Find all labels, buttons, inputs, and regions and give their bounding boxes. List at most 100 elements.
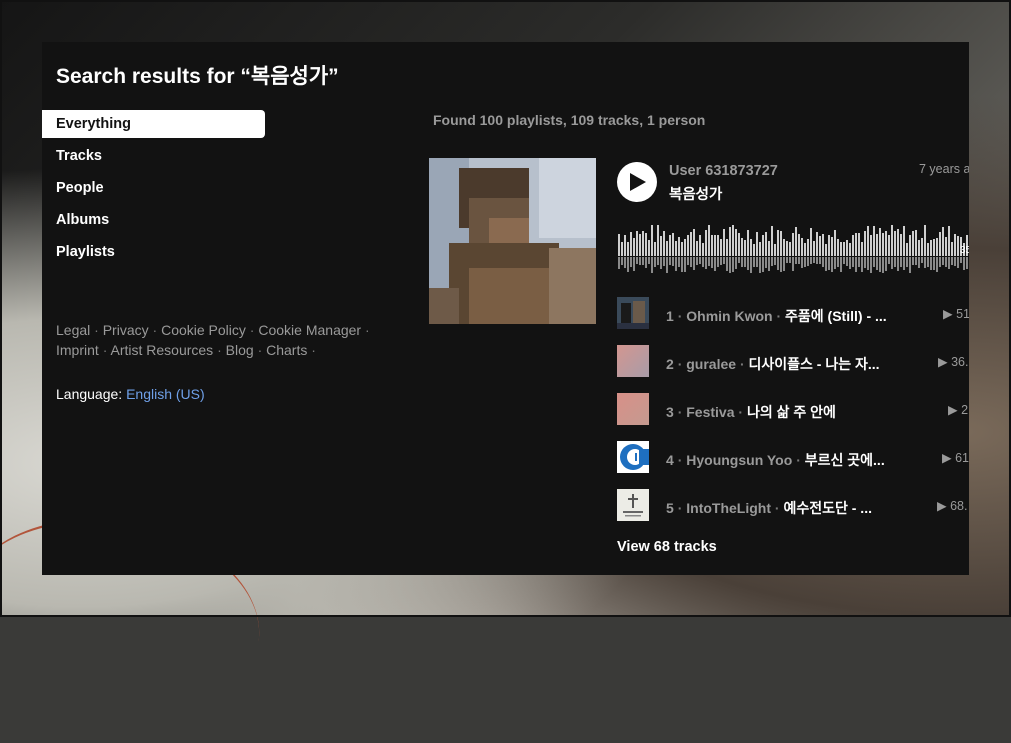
- waveform-bar-reflection: [714, 257, 716, 271]
- track-artist[interactable]: IntoTheLight: [686, 500, 771, 516]
- waveform-bar-reflection: [876, 257, 878, 270]
- waveform-bar: [945, 237, 947, 256]
- waveform-bar: [648, 240, 650, 256]
- waveform-bar: [738, 233, 740, 256]
- track-row-4[interactable]: 4 · Hyoungsun Yoo · 부르신 곳에... ▶ 61: [617, 434, 969, 482]
- waveform-bar: [912, 231, 914, 256]
- waveform-bar-reflection: [723, 257, 725, 264]
- track-number: 2: [666, 356, 674, 372]
- playlist-artwork[interactable]: [429, 158, 596, 324]
- footer-link-cookie-policy[interactable]: Cookie Policy: [161, 322, 246, 338]
- play-count: 51: [956, 307, 969, 321]
- waveform-bar-reflection: [939, 257, 941, 267]
- waveform-bar-reflection: [693, 257, 695, 270]
- waveform-bar-reflection: [816, 257, 818, 264]
- track-title[interactable]: 예수전도단 - ...: [783, 500, 872, 516]
- track-row-1[interactable]: 1 · Ohmin Kwon · 주품에 (Still) - ... ▶ 51: [617, 290, 969, 338]
- waveform-bar-reflection: [636, 257, 638, 264]
- nav-item-playlists[interactable]: Playlists: [42, 238, 265, 266]
- waveform-bar: [693, 229, 695, 256]
- nav-item-people[interactable]: People: [42, 174, 265, 202]
- playlist-title[interactable]: 복음성가: [669, 183, 722, 204]
- footer-link-blog[interactable]: Blog: [226, 342, 254, 358]
- footer-link-legal[interactable]: Legal: [56, 322, 90, 338]
- waveform-bar-reflection: [774, 257, 776, 265]
- waveform-bar: [756, 232, 758, 256]
- waveform-bar: [873, 226, 875, 256]
- nav-item-everything[interactable]: Everything: [42, 110, 265, 138]
- play-button[interactable]: [617, 162, 657, 202]
- track-info: 5 · IntoTheLight · 예수전도단 - ...: [666, 500, 872, 516]
- waveform-bar: [924, 225, 926, 256]
- waveform-bar-reflection: [828, 257, 830, 270]
- waveform-bar: [753, 244, 755, 256]
- track-artist[interactable]: Festiva: [686, 404, 734, 420]
- waveform-bar: [750, 239, 752, 256]
- waveform-bar: [906, 243, 908, 256]
- track-plays: ▶ 61: [942, 450, 969, 465]
- waveform-bar-reflection: [807, 257, 809, 266]
- play-count: 36.: [951, 355, 969, 369]
- waveform-bar: [858, 233, 860, 256]
- view-all-tracks-link[interactable]: View 68 tracks: [617, 539, 717, 555]
- waveform-bar: [927, 243, 929, 256]
- waveform-bar: [936, 238, 938, 256]
- waveform-bar-reflection: [882, 257, 884, 273]
- waveform-bar: [768, 241, 770, 256]
- waveform-bar: [672, 233, 674, 256]
- nav-item-tracks[interactable]: Tracks: [42, 142, 265, 170]
- footer-link-charts[interactable]: Charts: [266, 342, 307, 358]
- waveform-bar-reflection: [657, 257, 659, 265]
- track-title[interactable]: 디사이플스 - 나는 자...: [749, 356, 880, 372]
- waveform-bar-reflection: [858, 257, 860, 267]
- track-title[interactable]: 주품에 (Still) - ...: [785, 308, 887, 324]
- track-plays: ▶ 2: [948, 402, 968, 417]
- nav-item-albums[interactable]: Albums: [42, 206, 265, 234]
- waveform-bar: [684, 239, 686, 256]
- waveform-comment-count: 35: [960, 245, 969, 256]
- language-label: Language:: [56, 386, 123, 402]
- waveform-bar-reflection: [921, 257, 923, 263]
- waveform-bar-reflection: [903, 257, 905, 270]
- waveform-bar: [831, 237, 833, 256]
- waveform-bar: [717, 235, 719, 256]
- playlist-uploader[interactable]: User 631873727: [669, 163, 778, 179]
- waveform-bar: [702, 243, 704, 256]
- waveform-bar: [930, 240, 932, 256]
- waveform-bar-reflection: [819, 257, 821, 264]
- waveform-bar: [711, 235, 713, 256]
- track-row-2[interactable]: 2 · guralee · 디사이플스 - 나는 자... ▶ 36.: [617, 338, 969, 386]
- waveform-bar: [807, 239, 809, 256]
- track-thumbnail[interactable]: [617, 489, 649, 521]
- waveform-bar-reflection: [885, 257, 887, 271]
- track-artist[interactable]: Ohmin Kwon: [686, 308, 772, 324]
- waveform[interactable]: [617, 220, 969, 278]
- track-row-5[interactable]: 5 · IntoTheLight · 예수전도단 - ... ▶ 68.: [617, 482, 969, 530]
- waveform-bar: [723, 229, 725, 256]
- waveform-bar-reflection: [918, 257, 920, 268]
- footer-link-artist-resources[interactable]: Artist Resources: [110, 342, 213, 358]
- track-row-3[interactable]: 3 · Festiva · 나의 삶 주 안에 ▶ 2: [617, 386, 969, 434]
- waveform-bar-reflection: [621, 257, 623, 265]
- track-thumbnail[interactable]: [617, 441, 649, 473]
- footer-link-imprint[interactable]: Imprint: [56, 342, 99, 358]
- waveform-bar: [720, 239, 722, 256]
- waveform-bar-reflection: [852, 257, 854, 267]
- waveform-bar-reflection: [765, 257, 767, 268]
- waveform-bar-reflection: [891, 257, 893, 269]
- track-thumbnail[interactable]: [617, 297, 649, 329]
- waveform-bar: [771, 226, 773, 256]
- footer-separator: ·: [102, 342, 108, 358]
- track-title[interactable]: 부르신 곳에...: [805, 452, 885, 468]
- track-thumbnail[interactable]: [617, 393, 649, 425]
- track-artist[interactable]: guralee: [686, 356, 736, 372]
- footer-link-privacy[interactable]: Privacy: [103, 322, 149, 338]
- track-artist[interactable]: Hyoungsun Yoo: [686, 452, 792, 468]
- track-thumbnail[interactable]: [617, 345, 649, 377]
- waveform-bar-reflection: [846, 257, 848, 266]
- track-title[interactable]: 나의 삶 주 안에: [747, 404, 836, 420]
- language-link[interactable]: English (US): [126, 386, 205, 402]
- waveform-bar: [837, 239, 839, 256]
- waveform-bar-reflection: [798, 257, 800, 264]
- footer-link-cookie-manager[interactable]: Cookie Manager: [258, 322, 361, 338]
